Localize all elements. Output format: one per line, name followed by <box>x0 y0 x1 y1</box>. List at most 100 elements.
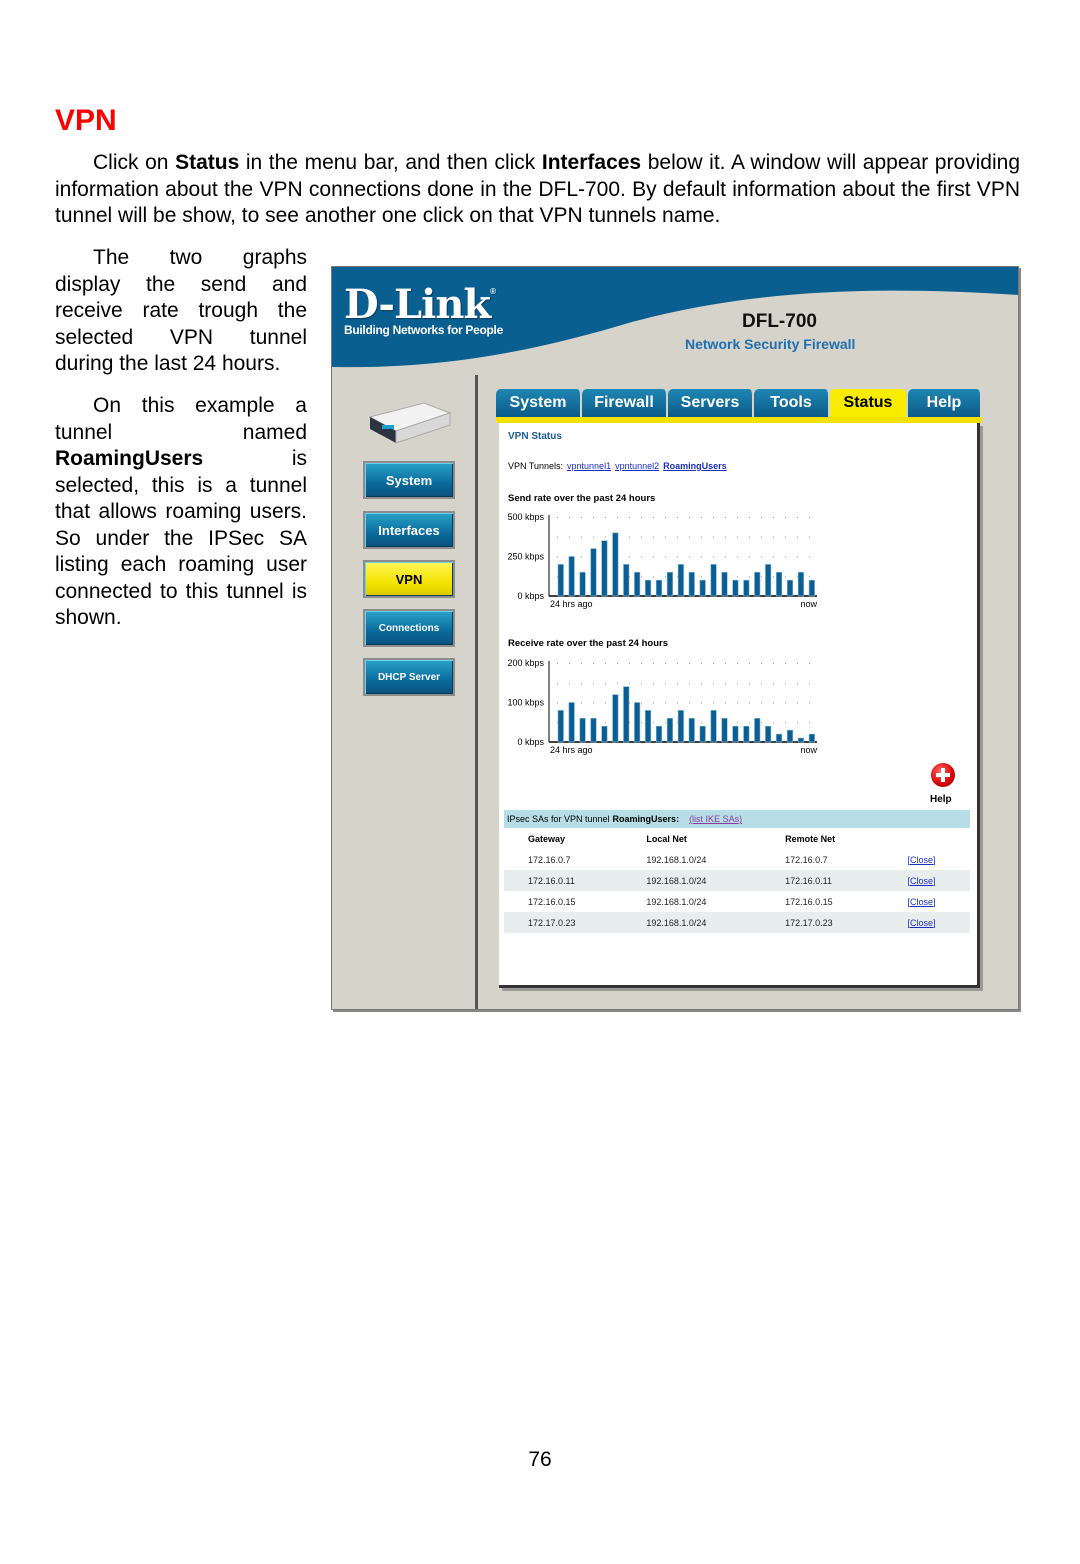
x-start-label: 24 hrs ago <box>550 745 593 755</box>
grid-dot <box>749 536 750 538</box>
col-action <box>883 829 970 849</box>
content-panel: VPN Status VPN Tunnels: vpntunnel1 vpntunn… <box>499 423 980 988</box>
grid-dot <box>701 722 702 724</box>
tab-help[interactable]: Help <box>908 389 982 417</box>
grid-dot <box>617 663 618 664</box>
grid-dot <box>677 702 678 704</box>
grid-dot <box>641 702 642 704</box>
intro-paragraph: Click on Status in the menu bar, and the… <box>55 150 1020 230</box>
bar <box>655 579 663 597</box>
grid-dot <box>605 517 606 518</box>
grid-dot <box>773 536 774 538</box>
grid-dot <box>689 702 690 704</box>
sa-cell-action: [Close] <box>883 891 970 912</box>
help-plus-icon[interactable] <box>931 763 955 787</box>
grid-dot <box>581 682 582 684</box>
grid-dot <box>653 517 654 518</box>
tab-system[interactable]: System <box>496 389 582 417</box>
product-subtitle: Network Security Firewall <box>685 336 856 352</box>
side-text: is selected, this is a tunnel that allow… <box>55 447 307 629</box>
sidebar-item-system[interactable]: System <box>363 461 455 499</box>
list-ike-sas-link[interactable]: (list IKE SAs) <box>689 814 742 824</box>
bar <box>666 571 673 597</box>
grid-dot <box>797 722 798 724</box>
grid-dot <box>665 702 666 704</box>
sa-cell-gateway: 172.17.0.23 <box>504 912 623 933</box>
grid-dot <box>761 536 762 538</box>
model-name: DFL-700 <box>742 311 817 332</box>
sidebar-item-interfaces[interactable]: Interfaces <box>363 511 455 549</box>
close-sa-link[interactable]: [Close] <box>907 855 935 865</box>
grid-dot <box>785 663 786 664</box>
bar <box>710 564 717 597</box>
vpn-tunnel-list: VPN Tunnels: vpntunnel1 vpntunnel2 RoamingU… <box>508 461 727 471</box>
tunnel-link-roamingusers[interactable]: RoamingUsers <box>663 461 727 471</box>
grid-dot <box>809 722 810 724</box>
grid-dot <box>725 682 726 684</box>
side-paragraph-example: On this example a tunnel named RoamingUs… <box>55 393 307 632</box>
grid-dot <box>701 517 702 518</box>
grid-dot <box>809 576 810 578</box>
bar <box>754 571 761 597</box>
sidebar-item-connections[interactable]: Connections <box>363 609 455 647</box>
bar <box>732 579 739 597</box>
tab-firewall[interactable]: Firewall <box>582 389 668 417</box>
grid-dot <box>665 517 666 518</box>
bar <box>677 710 684 743</box>
sidebar-item-dhcp-server[interactable]: DHCP Server <box>363 658 455 696</box>
close-sa-link[interactable]: [Close] <box>907 918 935 928</box>
close-sa-link[interactable]: [Close] <box>907 876 935 886</box>
grid-dot <box>653 702 654 704</box>
grid-dot <box>713 556 714 558</box>
sa-cell-remote: 172.16.0.7 <box>785 854 828 865</box>
bar <box>557 564 564 597</box>
tunnel-link-vpntunnel2[interactable]: vpntunnel2 <box>615 461 659 471</box>
router-device-icon <box>368 402 452 444</box>
grid-dot <box>605 702 606 704</box>
grid-dot <box>593 682 594 684</box>
grid-dot <box>701 556 702 558</box>
grid-dot <box>761 722 762 724</box>
grid-dot <box>725 536 726 538</box>
close-sa-link[interactable]: [Close] <box>907 897 935 907</box>
grid-dot <box>725 556 726 558</box>
sa-cell-gateway: 172.16.0.7 <box>528 854 571 865</box>
bar <box>699 579 706 597</box>
grid-dot <box>605 722 606 724</box>
bar <box>568 702 575 743</box>
col-gateway: Gateway <box>528 834 566 844</box>
grid-dot <box>785 576 786 578</box>
tunnel-link-vpntunnel1[interactable]: vpntunnel1 <box>567 461 611 471</box>
grid-dot <box>761 517 762 518</box>
grid-dot <box>689 517 690 518</box>
grid-dot <box>749 682 750 684</box>
grid-dot <box>617 682 618 684</box>
bar <box>732 725 739 743</box>
sa-table-row: 172.16.0.11 192.168.1.0/24 172.16.0.11 [Clo… <box>504 870 970 891</box>
section-title: VPN <box>55 104 117 137</box>
grid-dot <box>809 517 810 518</box>
grid-dot <box>785 682 786 684</box>
bar <box>655 725 663 743</box>
grid-dot <box>641 536 642 538</box>
tab-status[interactable]: Status <box>830 389 908 417</box>
grid-dot <box>629 682 630 684</box>
y-tick-label: 250 kbps <box>507 552 544 562</box>
sidebar-item-vpn[interactable]: VPN <box>363 560 455 598</box>
grid-dot <box>749 702 750 704</box>
grid-dot <box>701 702 702 704</box>
grid-dot <box>797 663 798 664</box>
bar <box>710 710 717 743</box>
grid-dot <box>773 556 774 558</box>
intro-bold-interfaces: Interfaces <box>541 151 642 174</box>
grid-dot <box>677 556 678 558</box>
grid-dot <box>713 682 714 684</box>
sa-table-header: Gateway Local Net Remote Net <box>504 829 970 849</box>
grid-dot <box>797 517 798 518</box>
grid-dot <box>749 576 750 578</box>
tab-servers[interactable]: Servers <box>668 389 754 417</box>
bar <box>677 564 684 597</box>
sa-table-row: 172.17.0.23 192.168.1.0/24 172.17.0.23 [Clo… <box>504 912 970 933</box>
help-link[interactable]: Help <box>930 794 952 805</box>
tab-tools[interactable]: Tools <box>754 389 830 417</box>
